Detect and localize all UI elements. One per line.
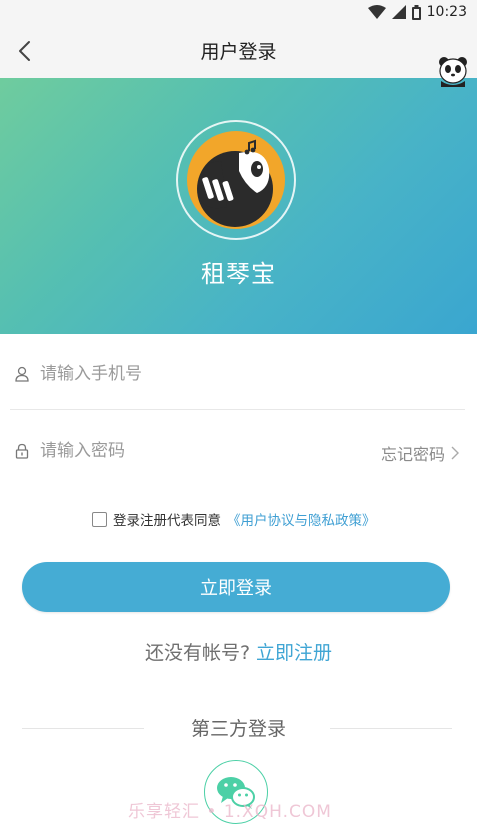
logo-ring [176, 120, 296, 240]
third-party-title: 第三方登录 [190, 718, 286, 740]
wifi-icon [367, 5, 386, 19]
page-title: 用户登录 [200, 41, 277, 63]
status-time: 10:23 [426, 4, 467, 20]
forgot-password-label: 忘记密码 [380, 445, 445, 464]
brand-name: 租琴宝 [201, 260, 276, 288]
agreement-checkbox[interactable] [92, 511, 107, 527]
agreement-row: 登录注册代表同意 《用户协议与隐私政策》 [92, 509, 376, 529]
agreement-link[interactable]: 《用户协议与隐私政策》 [227, 509, 376, 529]
user-icon [15, 366, 29, 382]
divider [10, 409, 465, 410]
register-link[interactable]: 立即注册 [256, 642, 332, 664]
status-bar: 10:23 [0, 0, 477, 24]
wechat-login-button[interactable] [204, 760, 268, 824]
login-button[interactable]: 立即登录 [22, 562, 450, 612]
phone-field [10, 344, 467, 404]
wechat-icon [217, 777, 255, 809]
hero-banner: 租琴宝 [0, 78, 477, 334]
panda-avatar[interactable] [437, 55, 469, 87]
agreement-text: 登录注册代表同意 [113, 513, 221, 529]
status-icons: 10:23 [367, 2, 467, 22]
register-question: 还没有帐号? [144, 642, 251, 664]
register-row: 还没有帐号? 立即注册 [0, 638, 477, 665]
signal-icon [391, 5, 406, 19]
phone-input[interactable] [40, 360, 360, 388]
app-bar: 用户登录 [0, 24, 477, 78]
password-input[interactable] [40, 437, 360, 465]
battery-icon [411, 4, 421, 20]
forgot-password-link[interactable]: 忘记密码 [381, 441, 459, 465]
app-logo [187, 131, 285, 229]
chevron-right-icon [451, 446, 459, 460]
lock-icon [15, 443, 29, 459]
